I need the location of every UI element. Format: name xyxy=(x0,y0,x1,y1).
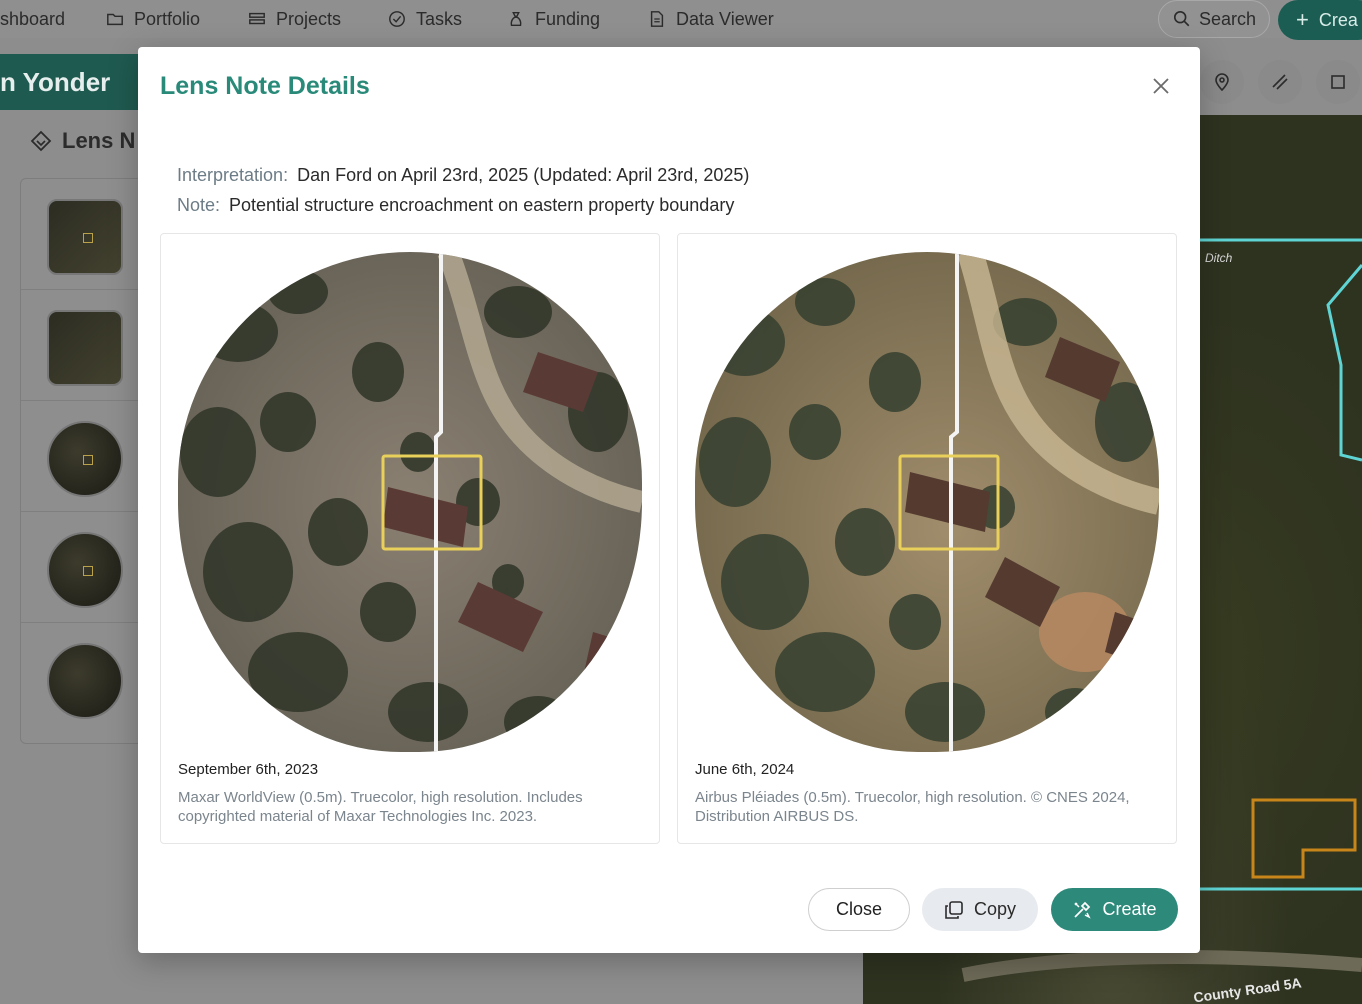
create-top-label: Crea xyxy=(1318,9,1358,30)
map-polygon-button[interactable] xyxy=(1316,60,1360,104)
copy-button-label: Copy xyxy=(973,899,1017,919)
plus-icon: + xyxy=(1296,7,1309,32)
imagery-card-2023: September 6th, 2023 Maxar WorldView (0.5… xyxy=(160,233,660,844)
draw-line-icon xyxy=(1272,74,1288,90)
polygon-icon xyxy=(1331,75,1345,89)
map-label-ditch: Ditch xyxy=(1205,251,1233,265)
pin-icon xyxy=(1215,73,1229,92)
nav-data-viewer[interactable]: Data Viewer xyxy=(648,0,774,38)
nav-tasks-label: Tasks xyxy=(416,8,463,29)
note-row: Note: Potential structure encroachment o… xyxy=(177,195,734,216)
folder-icon xyxy=(107,13,123,26)
lens-notes-heading: Lens N xyxy=(30,128,135,154)
thumbnail xyxy=(47,199,123,275)
nav-projects-label: Projects xyxy=(276,8,342,29)
project-banner: n Yonder xyxy=(0,54,150,110)
close-icon[interactable] xyxy=(1150,75,1172,97)
create-button[interactable]: Create xyxy=(1051,888,1178,931)
copy-button[interactable]: Copy xyxy=(922,888,1038,931)
nav-projects[interactable]: Projects xyxy=(248,0,341,38)
thumbnail xyxy=(47,643,123,719)
map-toolbar xyxy=(1200,60,1362,108)
image-date: September 6th, 2023 xyxy=(178,761,319,778)
nav-funding-label: Funding xyxy=(535,8,601,29)
interpretation-label: Interpretation: xyxy=(177,165,289,185)
create-top-button[interactable]: + Crea xyxy=(1278,0,1362,40)
image-credit: Airbus Pléiades (0.5m). Truecolor, high … xyxy=(695,789,1130,825)
close-button[interactable]: Close xyxy=(808,888,910,931)
lens-note-details-dialog: Lens Note Details Interpretation: Dan Fo… xyxy=(138,47,1200,953)
nav-portfolio[interactable]: Portfolio xyxy=(106,0,200,38)
map-pin-button[interactable] xyxy=(1200,60,1244,104)
check-circle-icon xyxy=(389,11,405,27)
interpretation-row: Interpretation: Dan Ford on April 23rd, … xyxy=(177,165,749,186)
imagery-card-2024: June 6th, 2024 Airbus Pléiades (0.5m). T… xyxy=(677,233,1177,844)
lens-notes-label: Lens N xyxy=(62,128,136,153)
image-date: June 6th, 2024 xyxy=(695,761,795,778)
nav-tasks[interactable]: Tasks xyxy=(388,0,462,38)
search-icon xyxy=(1173,10,1190,27)
interpretation-value: Dan Ford on April 23rd, 2025 (Updated: A… xyxy=(297,165,750,185)
thumbnail xyxy=(47,421,123,497)
projects-icon xyxy=(249,12,265,25)
image-credit: Maxar WorldView (0.5m). Truecolor, high … xyxy=(178,789,583,825)
money-bag-icon xyxy=(510,11,522,27)
satellite-image-2023 xyxy=(178,252,642,752)
tools-icon xyxy=(1074,901,1092,919)
thumbnail xyxy=(47,532,123,608)
nav-data-viewer-label: Data Viewer xyxy=(676,8,774,29)
nav-portfolio-label: Portfolio xyxy=(134,8,201,29)
map-draw-button[interactable] xyxy=(1258,60,1302,104)
nav-dashboard[interactable]: shboard xyxy=(0,0,65,38)
close-button-label: Close xyxy=(835,899,883,919)
copy-icon xyxy=(945,900,963,919)
search-button[interactable]: Search xyxy=(1158,0,1270,38)
lens-icon xyxy=(30,130,52,152)
note-label: Note: xyxy=(177,195,221,215)
satellite-image-2024 xyxy=(695,252,1159,752)
note-value: Potential structure encroachment on east… xyxy=(229,195,735,215)
create-button-label: Create xyxy=(1102,899,1157,919)
search-label: Search xyxy=(1199,8,1257,29)
thumbnail xyxy=(47,310,123,386)
nav-funding[interactable]: Funding xyxy=(507,0,600,38)
nav-dashboard-label: shboard xyxy=(0,8,66,29)
dialog-title: Lens Note Details xyxy=(160,72,370,100)
document-icon xyxy=(650,11,664,27)
project-name: n Yonder xyxy=(0,66,111,97)
top-nav: shboard Portfolio Projects Tasks Funding… xyxy=(0,0,1362,40)
